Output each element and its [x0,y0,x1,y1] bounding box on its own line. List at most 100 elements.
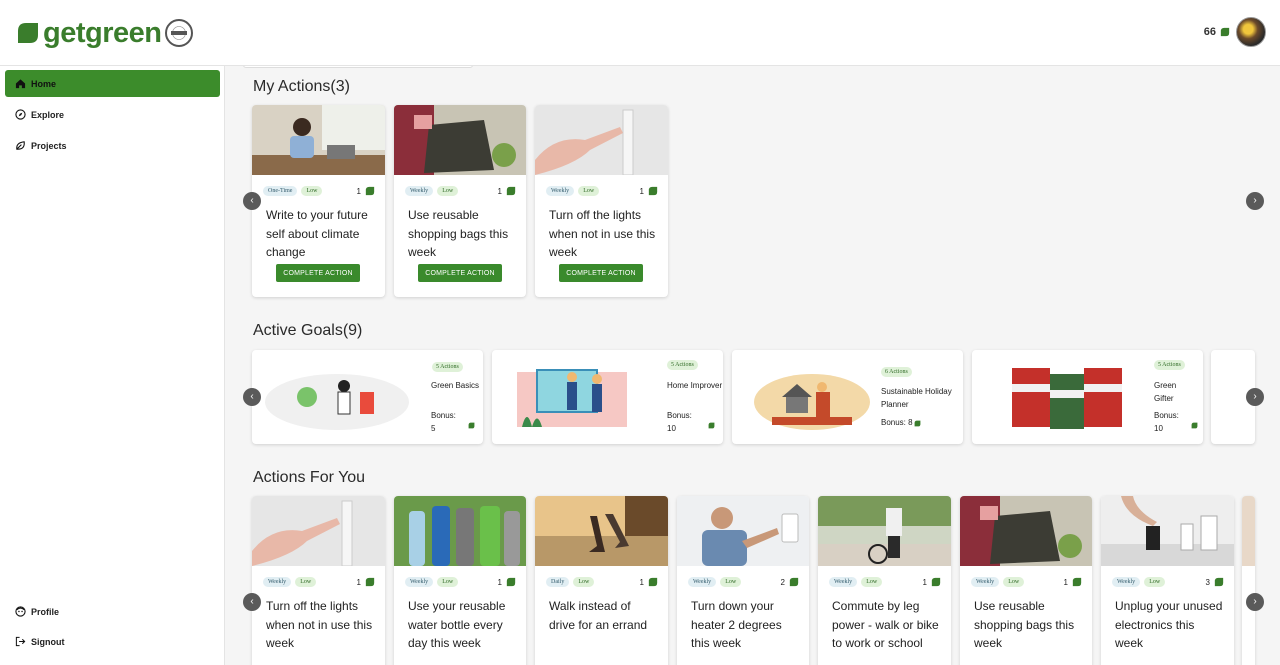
my-actions-next-arrow[interactable]: › [1246,192,1264,210]
compass-icon [15,109,26,120]
suggestions-next-arrow[interactable]: › [1246,593,1264,611]
goal-card[interactable]: 5 Actions Green Gifter Bonus: 10 [972,350,1203,444]
card-title: Use your reusable water bottle every day… [408,599,506,650]
suggested-action-card[interactable]: Daily Low 1 Walk instead of drive for an… [535,496,668,665]
card-points: 1 [357,577,375,587]
goal-actions-badge: 6 Actions [881,367,912,377]
goal-card[interactable]: 5 Actions Home Improver Bonus: 10 [492,350,723,444]
leaf-points-icon [1191,422,1198,429]
card-tags: One-Time Low [263,186,326,196]
bonus-value: 5 [431,424,436,433]
goal-bonus: Bonus: 10 [1154,410,1198,435]
card-tags: Weekly Low [546,186,603,196]
goal-illustration-home-improver [517,369,627,427]
goals-next-arrow[interactable]: › [1246,388,1264,406]
my-actions-prev-arrow[interactable]: ‹ [243,192,261,210]
impact-badge: Low [861,577,883,587]
card-image-unplug-electronics [1101,496,1234,566]
bonus-value: 8 [908,418,913,427]
card-points: 2 [781,577,799,587]
card-points: 1 [923,577,941,587]
signout-icon [15,636,26,647]
logo[interactable]: getgreen [16,16,194,50]
suggested-action-card[interactable]: Weekly Low 1 Commute by leg power - walk… [818,496,951,665]
bonus-label: Bonus: [1154,411,1179,420]
bonus-value: 10 [1154,424,1163,433]
card-image-water-bottles [394,496,526,566]
my-actions-title: My Actions(3) [253,78,350,95]
card-points: 1 [640,577,658,587]
bonus-label: Bonus: [431,411,456,420]
chevron-right-icon: › [1253,596,1257,607]
complete-action-button[interactable]: COMPLETE ACTION [418,264,502,282]
goal-actions-badge: 5 Actions [432,362,463,372]
sidebar-item-home[interactable]: Home [5,70,220,97]
search-bar-edge [243,66,473,68]
card-title: Unplug your unused electronics this week [1115,599,1223,650]
leaf-points-icon [648,186,658,196]
frequency-badge: Weekly [688,577,717,587]
points-value: 1 [356,186,361,196]
leaf-points-icon [1214,577,1224,587]
card-image-shopping-bags [960,496,1092,566]
goal-name: Sustainable Holiday Planner [881,387,952,409]
frequency-badge: Weekly [1112,577,1141,587]
impact-badge: Low [295,577,317,587]
card-image-light-switch [252,496,385,567]
avatar[interactable] [1236,17,1266,47]
sidebar-item-projects[interactable]: Projects [5,132,220,159]
complete-action-button[interactable]: COMPLETE ACTION [559,264,643,282]
card-image-shopping-bags [394,105,526,175]
chevron-right-icon: › [1253,391,1257,402]
leaf-outline-icon [16,141,25,150]
card-title: Write to your future self about climate … [266,208,368,259]
frequency-badge: Weekly [546,186,575,196]
sidebar-item-signout[interactable]: Signout [5,628,220,655]
points-value: 1 [1063,577,1068,587]
card-image-thermostat [677,496,809,566]
card-tags: Weekly Low [971,577,1028,587]
impact-badge: Low [1003,577,1025,587]
user-points: 66 [1204,26,1230,38]
leaf-points-icon [506,577,516,587]
complete-action-button[interactable]: COMPLETE ACTION [276,264,360,282]
goal-card[interactable]: 5 Actions Green Basics Bonus: 5 [252,350,483,444]
suggested-action-card[interactable]: Weekly Low 1 Use reusable shopping bags … [960,496,1092,665]
card-image-woman-writing [252,105,385,175]
my-action-card[interactable]: One-Time Low 1 Write to your future self… [252,105,385,297]
card-points: 1 [498,577,516,587]
goal-actions-badge: 5 Actions [1154,360,1185,370]
frequency-badge: Weekly [971,577,1000,587]
card-title: Turn down your heater 2 degrees this wee… [691,599,782,650]
suggested-action-card[interactable]: Weekly Low 1 Turn off the lights when no… [252,496,385,665]
goal-bonus: Bonus: 8 [881,417,921,429]
impact-badge: Low [578,186,600,196]
goal-card[interactable]: 6 Actions Sustainable Holiday Planner Bo… [732,350,963,444]
my-action-card[interactable]: Weekly Low 1 Use reusable shopping bags … [394,105,526,297]
goals-prev-arrow[interactable]: ‹ [243,388,261,406]
points-value: 1 [922,577,927,587]
chevron-right-icon: › [1253,195,1257,206]
frequency-badge: Weekly [829,577,858,587]
leaf-logo-icon [18,23,38,43]
suggested-action-card[interactable]: Weekly Low 3 Unplug your unused electron… [1101,496,1234,665]
card-points: 1 [640,186,658,196]
points-value: 3 [1205,577,1210,587]
sidebar-item-explore[interactable]: Explore [5,101,220,128]
my-action-card[interactable]: Weekly Low 1 Turn off the lights when no… [535,105,668,297]
suggested-action-card[interactable]: Weekly Low 1 Use your reusable water bot… [394,496,526,665]
points-value: 2 [780,577,785,587]
leaf-points-icon [468,422,475,429]
card-title: Use reusable shopping bags this week [408,208,509,259]
sidebar-item-profile[interactable]: Profile [5,598,220,625]
frequency-badge: Weekly [405,186,434,196]
suggested-action-card[interactable]: Weekly Low 2 Turn down your heater 2 deg… [677,496,809,665]
sidebar-item-label: Signout [31,636,65,647]
suggested-action-card-partial[interactable] [1242,496,1255,665]
card-tags: Weekly Low [829,577,886,587]
top-bar: getgreen 66 [0,0,1280,66]
card-title: Use reusable shopping bags this week [974,599,1075,650]
sidebar-item-label: Projects [31,140,67,151]
goal-illustration-green-gifter [1002,362,1152,429]
suggestions-prev-arrow[interactable]: ‹ [243,593,261,611]
